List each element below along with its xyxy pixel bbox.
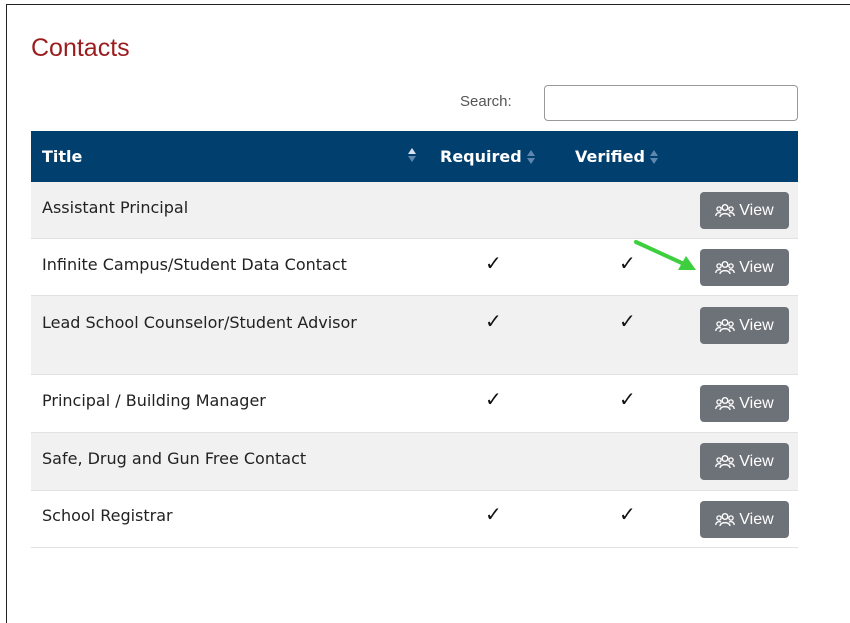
users-icon bbox=[715, 512, 736, 526]
contacts-table: Title Required Verified Assistant Princi… bbox=[31, 131, 798, 548]
view-button-label: View bbox=[739, 201, 774, 219]
view-button-label: View bbox=[739, 452, 774, 470]
column-header-required[interactable]: Required bbox=[440, 147, 535, 166]
search-label: Search: bbox=[460, 93, 512, 110]
page-title: Contacts bbox=[31, 34, 130, 62]
required-check-icon: ✓ bbox=[485, 309, 502, 333]
table-row: Principal / Building Manager ✓ ✓ View bbox=[31, 375, 798, 433]
row-title: Lead School Counselor/Student Advisor bbox=[42, 313, 357, 332]
view-button[interactable]: View bbox=[700, 249, 789, 286]
row-title: Safe, Drug and Gun Free Contact bbox=[42, 449, 307, 468]
verified-check-icon: ✓ bbox=[619, 309, 636, 333]
users-icon bbox=[715, 454, 736, 468]
table-header: Title Required Verified bbox=[31, 131, 798, 182]
search-input[interactable] bbox=[544, 85, 798, 121]
view-button-label: View bbox=[739, 510, 774, 528]
required-check-icon: ✓ bbox=[485, 502, 502, 526]
verified-check-icon: ✓ bbox=[619, 502, 636, 526]
view-button-label: View bbox=[739, 316, 774, 334]
view-button[interactable]: View bbox=[700, 443, 789, 480]
users-icon bbox=[715, 203, 736, 217]
column-header-verified[interactable]: Verified bbox=[575, 147, 658, 166]
view-button[interactable]: View bbox=[700, 192, 789, 229]
column-header-title[interactable]: Title bbox=[42, 147, 82, 166]
table-body: Assistant Principal View Infinite Campus… bbox=[31, 182, 798, 548]
required-check-icon: ✓ bbox=[485, 387, 502, 411]
view-button[interactable]: View bbox=[700, 385, 789, 422]
view-button-label: View bbox=[739, 258, 774, 276]
view-button[interactable]: View bbox=[700, 501, 789, 538]
row-title: Principal / Building Manager bbox=[42, 391, 266, 410]
row-title: School Registrar bbox=[42, 506, 173, 525]
view-button-label: View bbox=[739, 394, 774, 412]
table-row: Assistant Principal View bbox=[31, 182, 798, 239]
sort-icon bbox=[526, 149, 535, 165]
users-icon bbox=[715, 396, 736, 410]
green-arrow-icon bbox=[634, 240, 696, 270]
table-row: Safe, Drug and Gun Free Contact View bbox=[31, 433, 798, 491]
sort-icon bbox=[649, 149, 658, 165]
table-row: Lead School Counselor/Student Advisor ✓ … bbox=[31, 296, 798, 375]
users-icon bbox=[715, 318, 736, 332]
users-icon bbox=[715, 260, 736, 274]
required-check-icon: ✓ bbox=[485, 251, 502, 275]
row-title: Infinite Campus/Student Data Contact bbox=[42, 255, 347, 274]
sort-ascending-icon[interactable] bbox=[408, 147, 416, 163]
table-row: School Registrar ✓ ✓ View bbox=[31, 491, 798, 548]
view-button[interactable]: View bbox=[700, 307, 789, 344]
row-title: Assistant Principal bbox=[42, 198, 189, 217]
verified-check-icon: ✓ bbox=[619, 387, 636, 411]
